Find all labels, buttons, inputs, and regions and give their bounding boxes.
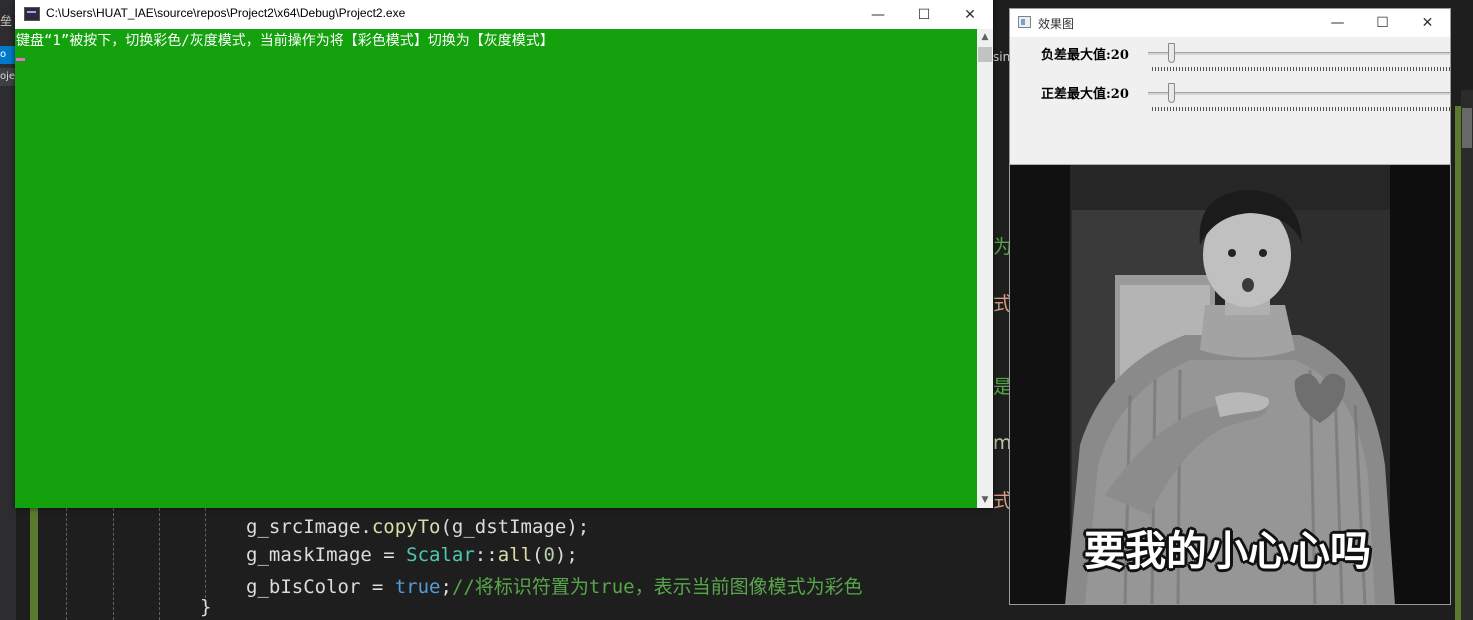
effect-image: 要我的小心心吗 — [1010, 164, 1450, 604]
code-peek-fragment: ma — [993, 432, 1009, 454]
indent-guide — [113, 508, 114, 620]
indent-guide — [66, 508, 67, 620]
image-caption: 要我的小心心吗 — [1084, 527, 1371, 575]
console-window[interactable]: C:\Users\HUAT_IAE\source\repos\Project2\… — [15, 0, 993, 508]
trackbar-ticks — [1152, 107, 1450, 111]
code-peek-fragment: 是 — [993, 376, 1009, 398]
minimize-button[interactable]: — — [855, 0, 901, 29]
code-peek-fragment: 式 — [993, 490, 1009, 512]
indent-guide — [159, 508, 160, 620]
code-peek-fragment: 为 — [993, 236, 1009, 258]
console-output-line: 键盘“1”被按下，切换彩色/灰度模式，当前操作为将【彩色模式】切换为【灰度模式】 — [16, 33, 554, 49]
trackbar-label-positive: 正差最大值:20 — [1041, 87, 1129, 102]
console-app-icon — [24, 7, 40, 21]
minimize-button[interactable]: — — [1315, 9, 1360, 37]
code-peek-fragment: 式 — [993, 293, 1009, 315]
ide-side-tab-active[interactable]: o — [0, 46, 16, 64]
ide-scrollbar-thumb[interactable] — [1462, 108, 1472, 148]
scroll-up-arrow-icon[interactable]: ▲ — [977, 29, 993, 45]
ide-side-tab-project[interactable]: oje — [0, 68, 16, 86]
console-output-area[interactable]: 键盘“1”被按下，切换彩色/灰度模式，当前操作为将【彩色模式】切换为【灰度模式】 — [15, 29, 977, 508]
close-button[interactable]: ✕ — [1405, 9, 1450, 37]
maximize-button[interactable]: ☐ — [901, 0, 947, 29]
effect-titlebar[interactable]: 效果图 — ☐ ✕ — [1010, 9, 1450, 37]
code-line[interactable]: g_bIsColor = true;//将标识符置为true，表示当前图像模式为… — [246, 572, 863, 599]
trackbar-thumb-negative[interactable] — [1167, 43, 1175, 63]
trackbar-thumb-positive[interactable] — [1167, 83, 1175, 103]
console-vertical-scrollbar[interactable]: ▲ ▼ — [977, 29, 993, 508]
ide-left-glyph: 垒 — [0, 14, 13, 28]
trackbar-panel: 负差最大值:20 正差最大值:20 — [1010, 37, 1450, 164]
scroll-down-arrow-icon[interactable]: ▼ — [977, 492, 993, 508]
window-app-icon — [1018, 16, 1031, 28]
console-titlebar[interactable]: C:\Users\HUAT_IAE\source\repos\Project2\… — [15, 0, 993, 29]
ide-vertical-scrollbar[interactable] — [1461, 90, 1473, 620]
effect-window[interactable]: 效果图 — ☐ ✕ 负差最大值:20 正差最大值:20 要我的小心心吗 — [1009, 8, 1451, 605]
trackbar-ticks — [1152, 67, 1450, 71]
code-line[interactable]: g_srcImage.copyTo(g_dstImage); — [246, 516, 589, 538]
console-scroll-thumb[interactable] — [978, 47, 992, 62]
console-title: C:\Users\HUAT_IAE\source\repos\Project2\… — [46, 6, 406, 20]
maximize-button[interactable]: ☐ — [1360, 9, 1405, 37]
indent-guide — [205, 508, 206, 598]
trackbar-label-negative: 负差最大值:20 — [1041, 48, 1129, 63]
ide-tab-fragment[interactable]: sin — [993, 46, 1009, 68]
trackbar-positive[interactable] — [1148, 92, 1450, 95]
ide-left-strip — [0, 0, 16, 620]
console-cursor — [16, 58, 25, 61]
effect-window-title: 效果图 — [1038, 17, 1075, 31]
close-button[interactable]: ✕ — [947, 0, 993, 29]
code-line[interactable]: g_maskImage = Scalar::all(0); — [246, 544, 578, 566]
trackbar-negative[interactable] — [1148, 52, 1450, 55]
closing-brace: } — [200, 596, 212, 618]
ide-change-marker — [30, 508, 38, 620]
